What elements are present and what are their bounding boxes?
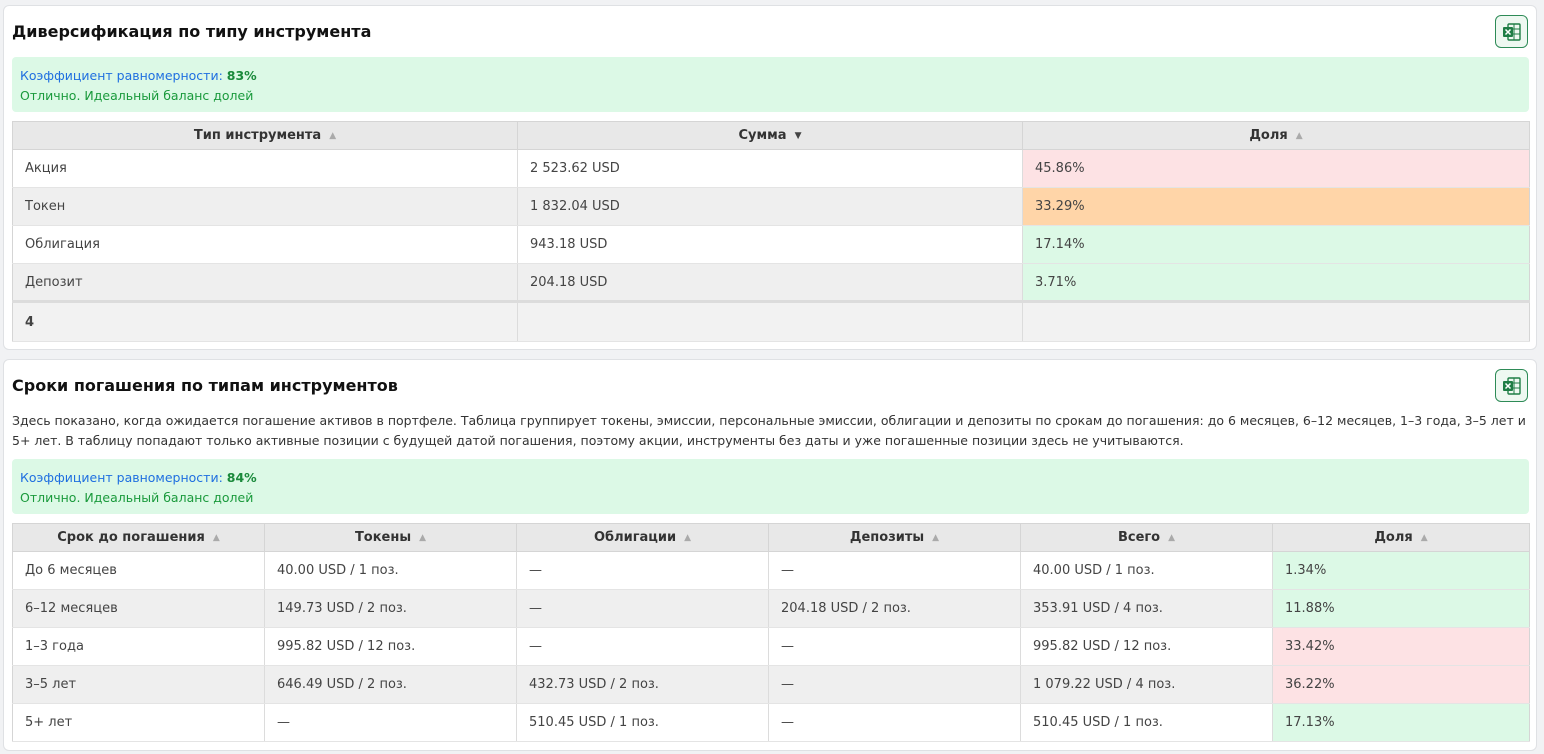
export-excel-button[interactable] (1495, 369, 1528, 402)
cell-tokens: 995.82 USD / 12 поз. (264, 627, 517, 666)
maturity-title: Сроки погашения по типам инструментов (12, 376, 398, 395)
cell-tokens: 149.73 USD / 2 поз. (264, 589, 517, 628)
column-header-type[interactable]: Тип инструмента ▲ (12, 121, 518, 150)
cell-deposits: — (768, 551, 1021, 590)
diversification-card: Диверсификация по типу инструмента Коэфф… (3, 5, 1537, 350)
cell-term: До 6 месяцев (12, 551, 265, 590)
column-header-bonds[interactable]: Облигации ▲ (516, 523, 769, 552)
cell-tokens: — (264, 703, 517, 742)
table-row: До 6 месяцев 40.00 USD / 1 поз. — —40.00 US… (12, 551, 1530, 590)
cell-bonds: — (516, 551, 769, 590)
uniformity-value: 83% (226, 68, 257, 83)
column-header-deposits[interactable]: Депозиты ▲ (768, 523, 1021, 552)
cell-type: Депозит (12, 263, 518, 302)
excel-icon (1502, 22, 1521, 41)
cell-total: 510.45 USD / 1 поз. (1020, 703, 1273, 742)
cell-share: 17.13% (1272, 703, 1530, 742)
cell-deposits: — (768, 665, 1021, 704)
uniformity-label: Коэффициент равномерности: (20, 470, 223, 485)
uniformity-box: Коэффициент равномерности: 84% Отлично. … (12, 459, 1529, 514)
column-header-total[interactable]: Всего ▲ (1020, 523, 1273, 552)
cell-total: 40.00 USD / 1 поз. (1020, 551, 1273, 590)
diversification-table: Тип инструмента ▲ Сумма ▼ Доля ▲ Акция 2 523… (12, 121, 1530, 342)
table-row: 6–12 месяцев 149.73 USD / 2 поз. —204.18 U… (12, 589, 1530, 628)
cell-share: 36.22% (1272, 665, 1530, 704)
maturity-table: Срок до погашения ▲ Токены ▲ Облигации ▲ Де… (12, 523, 1530, 742)
sort-asc-icon: ▲ (212, 532, 220, 543)
cell-bonds: — (516, 627, 769, 666)
footer-cell (517, 300, 1023, 342)
table-row: Депозит 204.18 USD 3.71% (12, 263, 1530, 302)
cell-share: 11.88% (1272, 589, 1530, 628)
uniformity-value: 84% (226, 470, 257, 485)
cell-type: Акция (12, 149, 518, 188)
cell-bonds: 432.73 USD / 2 поз. (516, 665, 769, 704)
cell-deposits: 204.18 USD / 2 поз. (768, 589, 1021, 628)
table-row: Акция 2 523.62 USD 45.86% (12, 149, 1530, 188)
table-row: 3–5 лет 646.49 USD / 2 поз. 432.73 USD / 2… (12, 665, 1530, 704)
cell-type: Облигация (12, 225, 518, 264)
column-header-tokens[interactable]: Токены ▲ (264, 523, 517, 552)
uniformity-note: Отлично. Идеальный баланс долей (20, 88, 254, 103)
footer-count: 4 (12, 300, 518, 342)
cell-sum: 1 832.04 USD (517, 187, 1023, 226)
column-header-term[interactable]: Срок до погашения ▲ (12, 523, 265, 552)
cell-sum: 2 523.62 USD (517, 149, 1023, 188)
column-header-share[interactable]: Доля ▲ (1022, 121, 1530, 150)
cell-total: 353.91 USD / 4 поз. (1020, 589, 1273, 628)
diversification-title: Диверсификация по типу инструмента (12, 22, 372, 41)
cell-deposits: — (768, 703, 1021, 742)
sort-asc-icon: ▲ (1168, 532, 1176, 543)
table-row: 5+ лет —510.45 USD / 1 поз. —510.45 USD / … (12, 703, 1530, 742)
maturity-description: Здесь показано, когда ожидается погашени… (12, 413, 1526, 448)
export-excel-button[interactable] (1495, 15, 1528, 48)
uniformity-note: Отлично. Идеальный баланс долей (20, 490, 254, 505)
cell-bonds: 510.45 USD / 1 поз. (516, 703, 769, 742)
sort-asc-icon: ▲ (329, 130, 337, 141)
sort-asc-icon: ▲ (932, 532, 940, 543)
cell-total: 995.82 USD / 12 поз. (1020, 627, 1273, 666)
cell-share: 45.86% (1022, 149, 1530, 188)
table-row: 1–3 года 995.82 USD / 12 поз. — —995.82 USD… (12, 627, 1530, 666)
sort-desc-icon: ▼ (794, 130, 802, 141)
cell-share: 3.71% (1022, 263, 1530, 302)
table-row: Облигация 943.18 USD 17.14% (12, 225, 1530, 264)
sort-asc-icon: ▲ (1295, 130, 1303, 141)
sort-asc-icon: ▲ (1420, 532, 1428, 543)
cell-term: 3–5 лет (12, 665, 265, 704)
maturity-card: Сроки погашения по типам инструментов Зд… (3, 359, 1537, 751)
cell-sum: 204.18 USD (517, 263, 1023, 302)
column-header-sum[interactable]: Сумма ▼ (517, 121, 1023, 150)
cell-term: 1–3 года (12, 627, 265, 666)
cell-share: 1.34% (1272, 551, 1530, 590)
cell-bonds: — (516, 589, 769, 628)
sort-asc-icon: ▲ (684, 532, 692, 543)
cell-tokens: 646.49 USD / 2 поз. (264, 665, 517, 704)
cell-total: 1 079.22 USD / 4 поз. (1020, 665, 1273, 704)
cell-share: 33.29% (1022, 187, 1530, 226)
column-header-share[interactable]: Доля ▲ (1272, 523, 1530, 552)
cell-term: 6–12 месяцев (12, 589, 265, 628)
sort-asc-icon: ▲ (419, 532, 427, 543)
cell-sum: 943.18 USD (517, 225, 1023, 264)
table-row: Токен 1 832.04 USD 33.29% (12, 187, 1530, 226)
cell-share: 33.42% (1272, 627, 1530, 666)
cell-deposits: — (768, 627, 1021, 666)
footer-cell (1022, 300, 1530, 342)
uniformity-label: Коэффициент равномерности: (20, 68, 223, 83)
cell-type: Токен (12, 187, 518, 226)
excel-icon (1502, 376, 1521, 395)
cell-tokens: 40.00 USD / 1 поз. (264, 551, 517, 590)
uniformity-box: Коэффициент равномерности: 83% Отлично. … (12, 57, 1529, 112)
cell-term: 5+ лет (12, 703, 265, 742)
cell-share: 17.14% (1022, 225, 1530, 264)
